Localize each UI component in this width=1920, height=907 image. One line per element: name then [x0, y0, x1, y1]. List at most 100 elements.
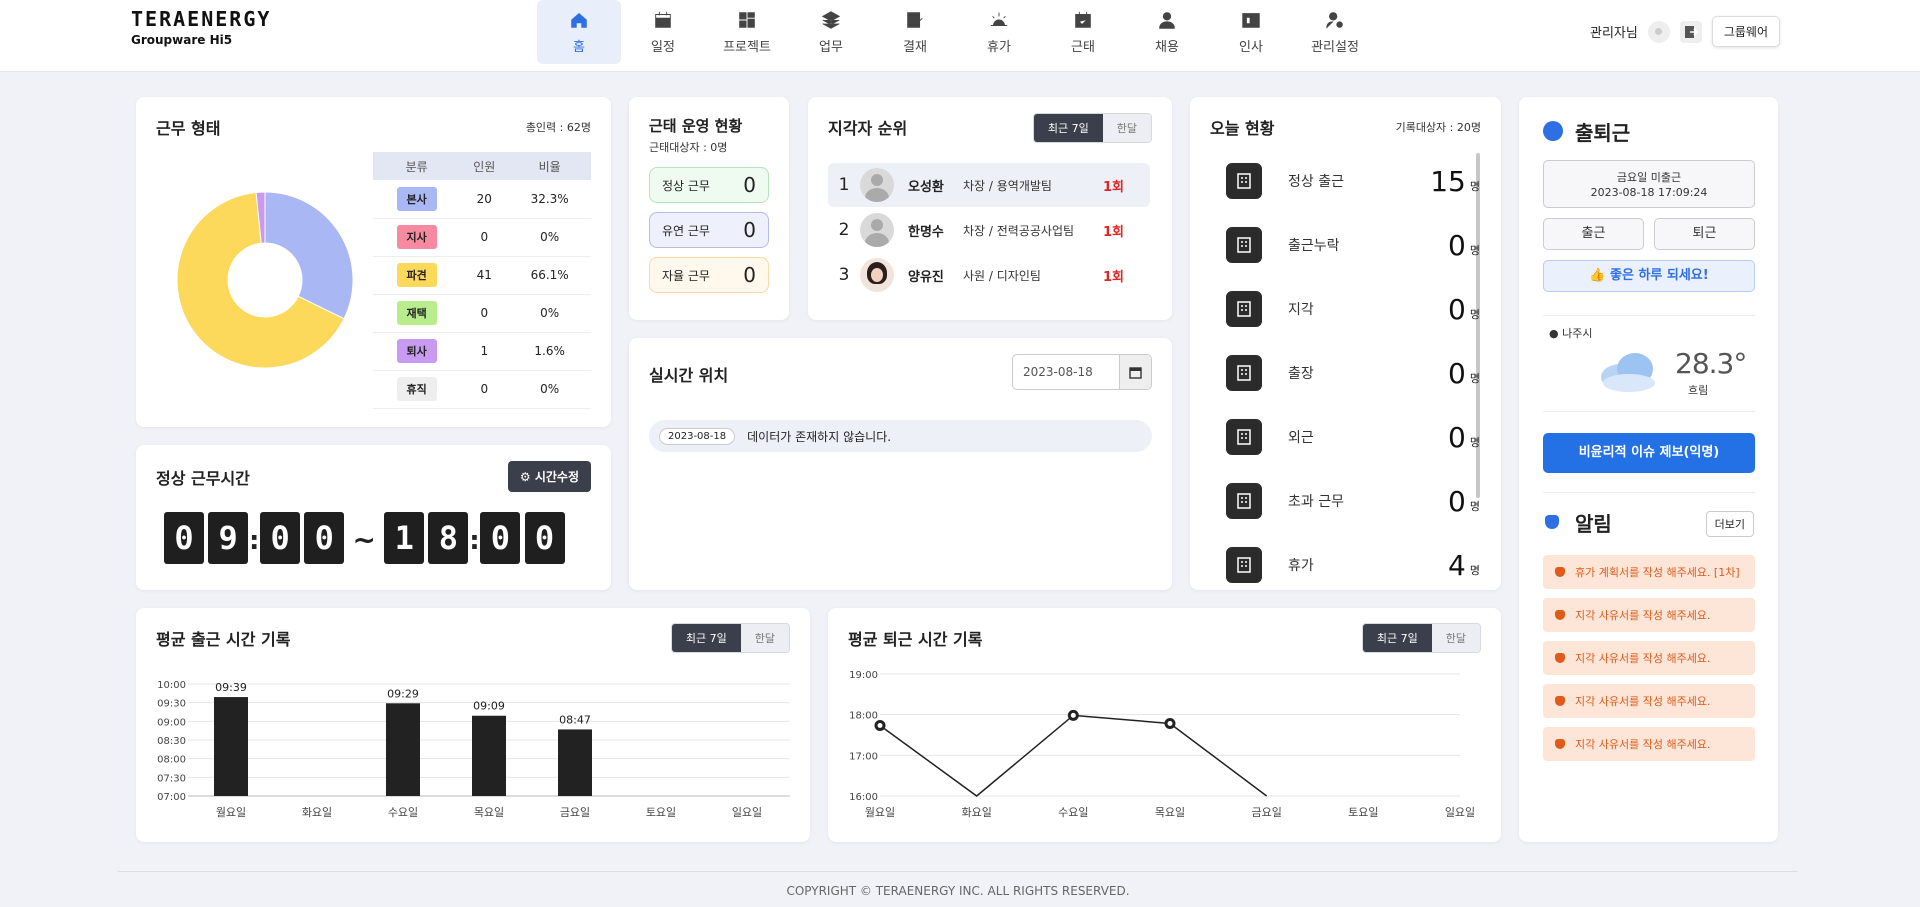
- rank-number: 1: [838, 175, 850, 195]
- bar-월요일: [214, 697, 248, 796]
- column-header: 분류: [373, 152, 461, 180]
- line-point: [874, 720, 886, 732]
- nav-item-8[interactable]: 인사: [1209, 0, 1293, 64]
- alert-item[interactable]: 지각 사유서를 작성 해주세요.: [1543, 684, 1755, 718]
- nav-item-6[interactable]: 근태: [1041, 0, 1125, 64]
- alert-item[interactable]: 지각 사유서를 작성 해주세요.: [1543, 598, 1755, 632]
- alert-item[interactable]: 휴가 계획서를 작성 해주세요. [1차]: [1543, 555, 1755, 589]
- x-tick-label: 화요일: [961, 805, 991, 819]
- bar-목요일: [472, 715, 506, 796]
- rank-count: 1회: [1103, 224, 1125, 240]
- rank-count: 1회: [1103, 179, 1125, 195]
- more-button[interactable]: 더보기: [1705, 511, 1754, 537]
- bar-금요일: [558, 729, 592, 796]
- commute-card: 출퇴근 금요일 미출근 2023-08-18 17:09:24 출근 퇴근 👍 …: [1519, 97, 1778, 842]
- ratio-cell: 32.3%: [508, 180, 591, 219]
- report-issue-button[interactable]: 비윤리적 이슈 제보(익명): [1543, 433, 1755, 473]
- x-tick-label: 토요일: [1348, 805, 1378, 819]
- today-status-label: 휴가: [1288, 558, 1314, 574]
- date-picker[interactable]: 2023-08-18: [1012, 354, 1152, 390]
- avg-in-card: 평균 출근 시간 기록 최근 7일 한달 07:00 07:30 08:00 08:3…: [136, 608, 810, 842]
- rank-row[interactable]: 1 오성환 차장 / 용역개발팀 1회: [828, 163, 1150, 207]
- today-status-row: 휴가 4 명: [1226, 545, 1480, 585]
- attendance-ops-title: 근태 운영 현황: [649, 117, 743, 135]
- rank-name: 한명수: [908, 224, 944, 240]
- table-row: 본사 20 32.3%: [373, 180, 591, 219]
- today-status-value: 0: [1448, 228, 1466, 262]
- y-tick-label: 09:00: [157, 717, 186, 728]
- rank-row[interactable]: 3 양유진 사원 / 디자인팀 1회: [828, 253, 1150, 297]
- avg-out-line-chart: 16:00 17:00 18:00 19:00 월요일 화요일 수요일 목요일 금요일 토요일 일요…: [849, 670, 1475, 819]
- work-type-card: 근무 형태 총인력 : 62명 분류 인원 비율 본사 20 32.3% 지사 0 0% 파견 4…: [136, 97, 611, 427]
- nav-item-0[interactable]: 홈: [537, 0, 621, 64]
- ratio-cell: 1.6%: [508, 332, 591, 371]
- divider: [1543, 411, 1755, 412]
- work-type-title: 근무 형태: [156, 119, 221, 138]
- admin-name: 관리자님: [1589, 26, 1638, 41]
- top-header: TERAENERGY Groupware Hi5 홈 일정 프로젝트 업무 결재 휴가 근태…: [0, 0, 1920, 72]
- nav-item-9[interactable]: 관리설정: [1293, 0, 1377, 64]
- ops-value: 0: [743, 173, 756, 197]
- temperature: 28.3°: [1675, 347, 1747, 380]
- today-status-label: 출장: [1288, 366, 1314, 382]
- y-tick-label: 17:00: [849, 751, 878, 762]
- layers-icon: [821, 11, 841, 29]
- rank-count: 1회: [1103, 269, 1125, 285]
- alert-item[interactable]: 지각 사유서를 작성 해주세요.: [1543, 641, 1755, 675]
- calendar-button[interactable]: [1119, 355, 1151, 389]
- rank-name: 양유진: [908, 269, 944, 285]
- nav-item-label: 업무: [819, 40, 843, 55]
- user-icon: [1159, 12, 1175, 29]
- logo-brand: TERAENERGY: [131, 7, 272, 31]
- bell-icon: [1555, 567, 1565, 577]
- tab-recent-7days[interactable]: 최근 7일: [1033, 114, 1103, 142]
- x-tick-label: 일요일: [1445, 805, 1475, 819]
- category-cell: 지사: [373, 218, 461, 257]
- tab-month[interactable]: 한달: [1102, 114, 1151, 142]
- nav-item-3[interactable]: 업무: [789, 0, 873, 64]
- status-dot-icon: [1655, 28, 1663, 35]
- ops-item: 유연 근무 0: [649, 212, 769, 248]
- today-status-value: 0: [1448, 292, 1466, 326]
- table-row: 휴직 0 0%: [373, 370, 591, 409]
- alert-item[interactable]: 지각 사유서를 작성 해주세요.: [1543, 727, 1755, 761]
- today-status-unit: 명: [1469, 308, 1480, 321]
- x-tick-label: 월요일: [865, 805, 895, 819]
- nav-item-1[interactable]: 일정: [621, 0, 705, 64]
- ops-label: 정상 근무: [662, 178, 710, 193]
- nav-item-4[interactable]: 결재: [873, 0, 957, 64]
- nav-item-5[interactable]: 휴가: [957, 0, 1041, 64]
- nav-item-7[interactable]: 채용: [1125, 0, 1209, 64]
- building-icon: [1226, 547, 1262, 583]
- bar-value-label: 09:39: [215, 681, 247, 694]
- groupware-button[interactable]: 그룹웨어: [1711, 16, 1780, 47]
- today-status-row: 외근 0 명: [1226, 417, 1480, 457]
- ops-label: 유연 근무: [662, 223, 710, 238]
- today-status-label: 정상 출근: [1288, 174, 1344, 190]
- y-tick-label: 19:00: [849, 670, 878, 681]
- status-dot-button[interactable]: [1647, 20, 1670, 43]
- logo[interactable]: TERAENERGY Groupware Hi5: [131, 7, 271, 47]
- divider: [1543, 492, 1755, 493]
- today-status-unit: 명: [1469, 564, 1480, 577]
- divider: [1543, 315, 1755, 316]
- logout-button[interactable]: [1679, 20, 1702, 43]
- clipboard-x-icon: [1226, 227, 1262, 263]
- nav-item-2[interactable]: 프로젝트: [705, 0, 789, 64]
- date-chip: 2023-08-18: [659, 427, 736, 445]
- ops-value: 0: [743, 263, 756, 287]
- today-status-row: 출장 0 명: [1226, 353, 1480, 393]
- edit-time-button[interactable]: ⚙ 시간수정: [507, 461, 591, 492]
- ratio-cell: 0%: [508, 370, 591, 409]
- greeting-banner: 👍 좋은 하루 되세요!: [1543, 260, 1755, 292]
- clock-out-button[interactable]: 퇴근: [1654, 218, 1755, 250]
- category-tag: 휴직: [396, 377, 437, 401]
- rank-row[interactable]: 2 한명수 차장 / 전력공공사업팀 1회: [828, 208, 1150, 252]
- clock-in-button[interactable]: 출근: [1543, 218, 1644, 250]
- calendar-check-icon: [1075, 11, 1091, 28]
- date-input[interactable]: 2023-08-18: [1013, 355, 1119, 389]
- work-type-table: 분류 인원 비율 본사 20 32.3% 지사 0 0% 파견 41 66.1% 재택 0 0% 퇴사 1 1.…: [373, 152, 591, 409]
- work-hours-card: 정상 근무시간 ⚙ 시간수정 0 9:0 0 ~1 8:0 0: [136, 445, 611, 590]
- today-status-label: 출근누락: [1288, 238, 1340, 254]
- footer-copyright: COPYRIGHT © TERAENERGY INC. ALL RIGHTS R…: [118, 871, 1798, 898]
